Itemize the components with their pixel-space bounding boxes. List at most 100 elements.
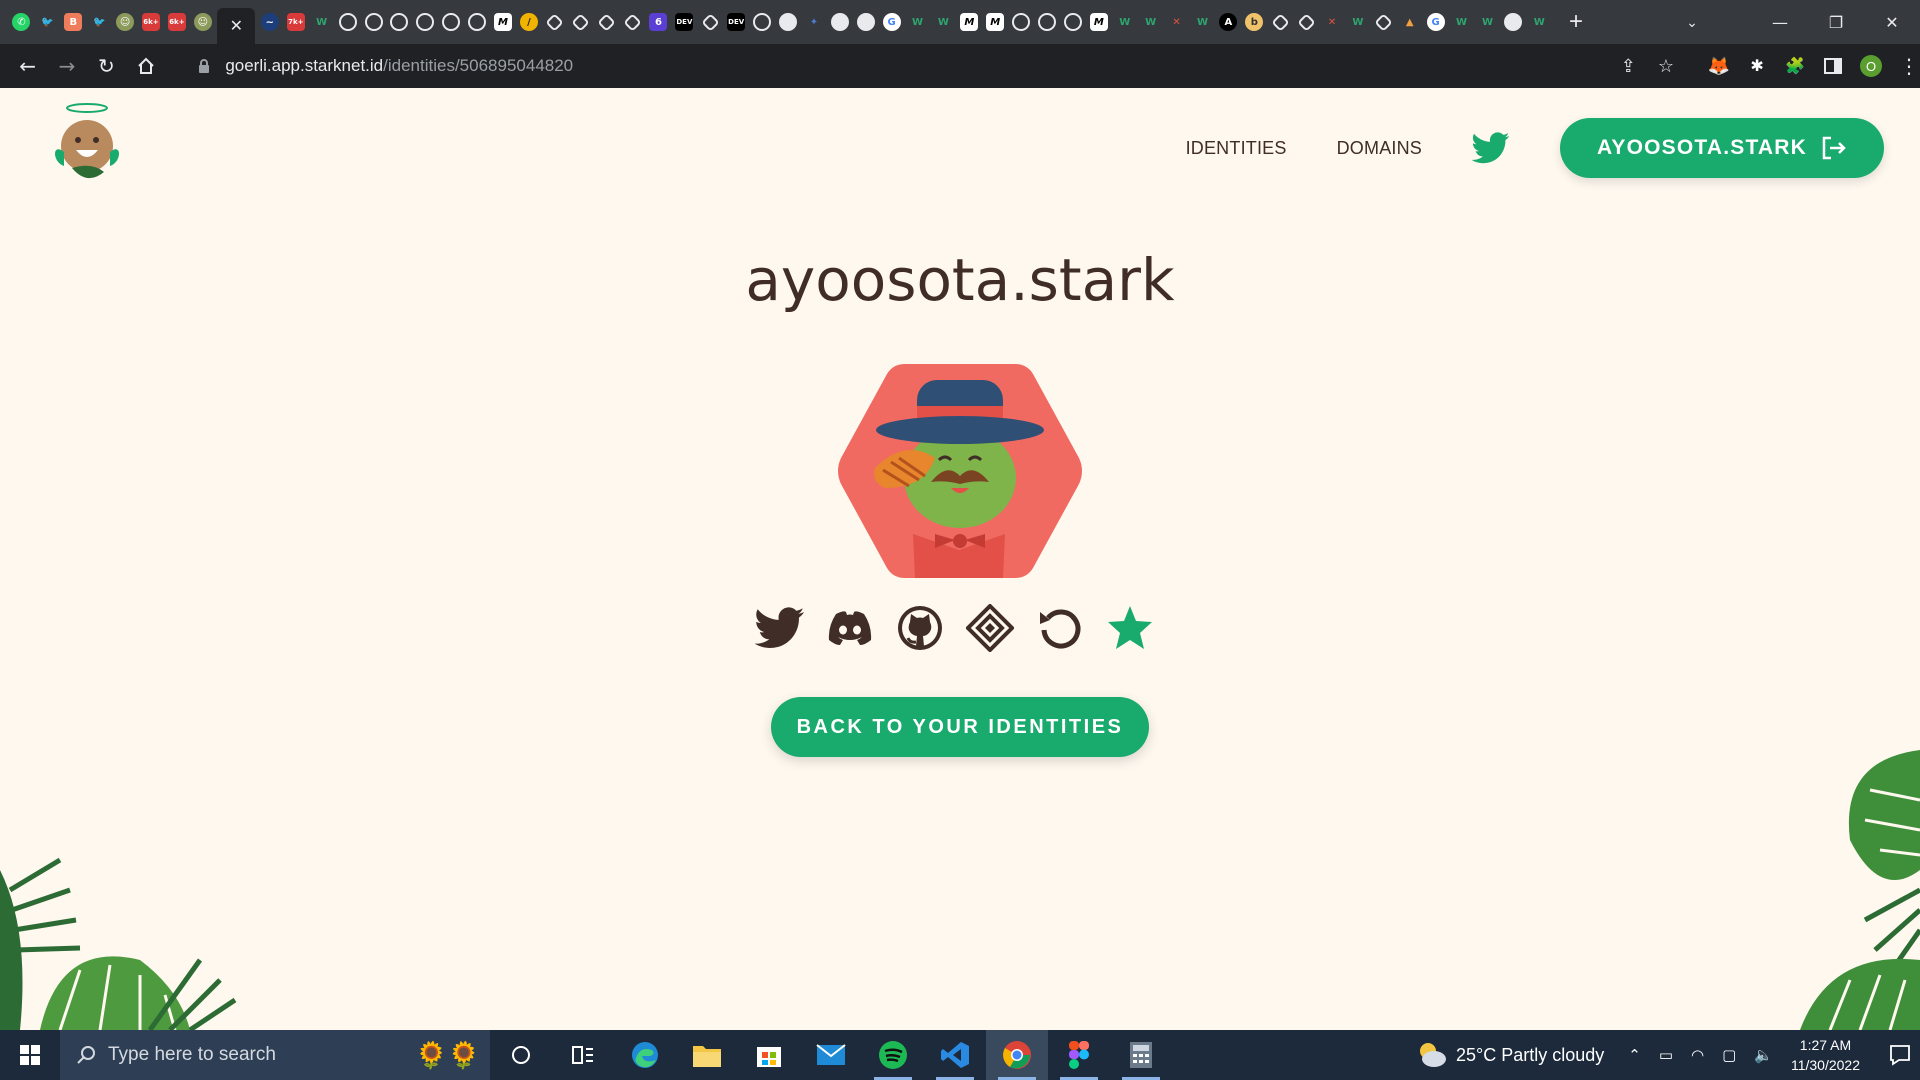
share-icon[interactable]: ⇪ — [1621, 56, 1636, 77]
tab-w-10[interactable]: W — [1528, 7, 1551, 37]
back-arrow-icon[interactable]: ← — [8, 48, 47, 84]
tab-codepen-6[interactable] — [1269, 7, 1292, 37]
taskbar-search[interactable]: Type here to search 🌻🌻 — [60, 1030, 490, 1080]
new-tab-button[interactable]: + — [1562, 8, 1590, 36]
side-panel-icon[interactable] — [1822, 55, 1844, 77]
star-icon[interactable] — [1105, 603, 1155, 653]
tab-codepen-8[interactable] — [1372, 7, 1395, 37]
tab-github-3[interactable] — [388, 7, 411, 37]
tab-starknet[interactable]: ☺ — [114, 7, 137, 37]
tab-w-4[interactable]: W — [1113, 7, 1136, 37]
tab-six[interactable]: 6 — [647, 7, 670, 37]
vscode-icon[interactable] — [924, 1030, 986, 1080]
tab-codepen-7[interactable] — [1295, 7, 1318, 37]
tab-blogger[interactable]: B — [62, 7, 85, 37]
tab-notifications-1[interactable]: 6k+ — [140, 7, 163, 37]
tab-github-4[interactable] — [414, 7, 437, 37]
tab-github-9[interactable] — [1036, 7, 1059, 37]
tab-w-3[interactable]: W — [932, 7, 955, 37]
close-window-icon[interactable]: ✕ — [1864, 0, 1920, 44]
wifi-icon[interactable]: ◠ — [1691, 1046, 1704, 1064]
tab-codepen-1[interactable] — [543, 7, 566, 37]
tab-notifications-2[interactable]: 6k+ — [165, 7, 188, 37]
notification-icon[interactable] — [1880, 1044, 1920, 1066]
battery-icon[interactable]: ▭ — [1659, 1046, 1673, 1064]
tab-search-icon[interactable]: ⌄ — [1672, 14, 1712, 31]
tab-twitter-2[interactable]: 🐦 — [88, 7, 111, 37]
tab-medium-4[interactable]: M — [1087, 7, 1110, 37]
tab-globe-4[interactable] — [1502, 7, 1525, 37]
profile-avatar[interactable]: O — [1860, 55, 1883, 77]
tab-medium-1[interactable]: M — [492, 7, 515, 37]
tab-notifications-3[interactable]: 7k+ — [284, 7, 307, 37]
store-icon[interactable] — [738, 1030, 800, 1080]
tab-github-8[interactable] — [1010, 7, 1033, 37]
clock[interactable]: 1:27 AM 11/30/2022 — [1791, 1035, 1860, 1075]
close-icon[interactable]: ✕ — [230, 16, 243, 36]
mail-icon[interactable] — [800, 1030, 862, 1080]
tab-w-9[interactable]: W — [1476, 7, 1499, 37]
tab-pencil[interactable]: / — [517, 7, 540, 37]
bookmark-star-icon[interactable]: ☆ — [1658, 56, 1674, 77]
discord-icon[interactable] — [825, 603, 875, 653]
back-to-identities-button[interactable]: BACK TO YOUR IDENTITIES — [771, 697, 1149, 757]
metamask-icon[interactable]: 🦊 — [1708, 55, 1730, 77]
tab-w-6[interactable]: W — [1191, 7, 1214, 37]
diamond-icon[interactable] — [965, 603, 1015, 653]
tab-github-5[interactable] — [440, 7, 463, 37]
tab-x-2[interactable]: ✕ — [1321, 7, 1344, 37]
reload-icon[interactable]: ↻ — [87, 48, 126, 84]
tab-github-2[interactable] — [362, 7, 385, 37]
tab-globe-2[interactable] — [828, 7, 851, 37]
tab-x[interactable]: ✕ — [1165, 7, 1188, 37]
windows-start-icon[interactable] — [0, 1030, 60, 1080]
tab-google-2[interactable]: G — [1424, 7, 1447, 37]
tab-codepen-5[interactable] — [699, 7, 722, 37]
tab-w-7[interactable]: W — [1346, 7, 1369, 37]
task-view-icon[interactable] — [552, 1030, 614, 1080]
spotify-icon[interactable] — [862, 1030, 924, 1080]
tab-w[interactable]: W — [310, 7, 333, 37]
calculator-icon[interactable] — [1110, 1030, 1172, 1080]
cortana-icon[interactable] — [490, 1030, 552, 1080]
figma-icon[interactable] — [1048, 1030, 1110, 1080]
tab-google[interactable]: G — [880, 7, 903, 37]
tab-github-7[interactable] — [751, 7, 774, 37]
nav-domains-link[interactable]: DOMAINS — [1337, 138, 1422, 159]
kebab-menu-icon[interactable]: ⋮ — [1898, 55, 1920, 78]
twitter-icon[interactable] — [755, 603, 805, 653]
weather-widget[interactable]: 25°C Partly cloudy — [1416, 1041, 1604, 1069]
tab-whatsapp[interactable]: ✆ — [10, 7, 33, 37]
tab-codepen-2[interactable] — [569, 7, 592, 37]
tab-medium-3[interactable]: M — [984, 7, 1007, 37]
tab-b[interactable]: b — [1243, 7, 1266, 37]
meet-now-icon[interactable]: ▢ — [1722, 1046, 1736, 1064]
tab-twitter[interactable]: 🐦 — [36, 7, 59, 37]
refresh-icon[interactable] — [1035, 603, 1085, 653]
tab-dev-1[interactable]: DEV — [673, 7, 696, 37]
tab-medium-2[interactable]: M — [958, 7, 981, 37]
starknet-id-logo[interactable] — [42, 102, 132, 192]
tab-flame[interactable]: ▲ — [1398, 7, 1421, 37]
tab-github-1[interactable] — [336, 7, 359, 37]
restore-icon[interactable]: ❐ — [1808, 0, 1864, 44]
edge-icon[interactable] — [614, 1030, 676, 1080]
tab-starknet-2[interactable]: ☺ — [191, 7, 214, 37]
chrome-icon[interactable] — [986, 1030, 1048, 1080]
forward-arrow-icon[interactable]: → — [47, 48, 86, 84]
twitter-icon[interactable] — [1472, 132, 1510, 164]
github-icon[interactable] — [895, 603, 945, 653]
tab-active[interactable]: ✕ — [217, 8, 256, 44]
volume-icon[interactable]: 🔈 — [1754, 1046, 1773, 1064]
tab-w-2[interactable]: W — [906, 7, 929, 37]
argent-icon[interactable]: ✱ — [1746, 55, 1768, 77]
file-explorer-icon[interactable] — [676, 1030, 738, 1080]
account-button[interactable]: AYOOSOTA.STARK — [1560, 118, 1884, 178]
puzzle-icon[interactable]: 🧩 — [1784, 55, 1806, 77]
tab-globe-1[interactable] — [777, 7, 800, 37]
minimize-icon[interactable]: — — [1752, 0, 1808, 44]
tab-github-10[interactable] — [1062, 7, 1085, 37]
address-bar[interactable]: goerli.app.starknet.id/identities/506895… — [183, 49, 1689, 83]
tab-w-8[interactable]: W — [1450, 7, 1473, 37]
tab-wave[interactable]: ~ — [258, 7, 281, 37]
